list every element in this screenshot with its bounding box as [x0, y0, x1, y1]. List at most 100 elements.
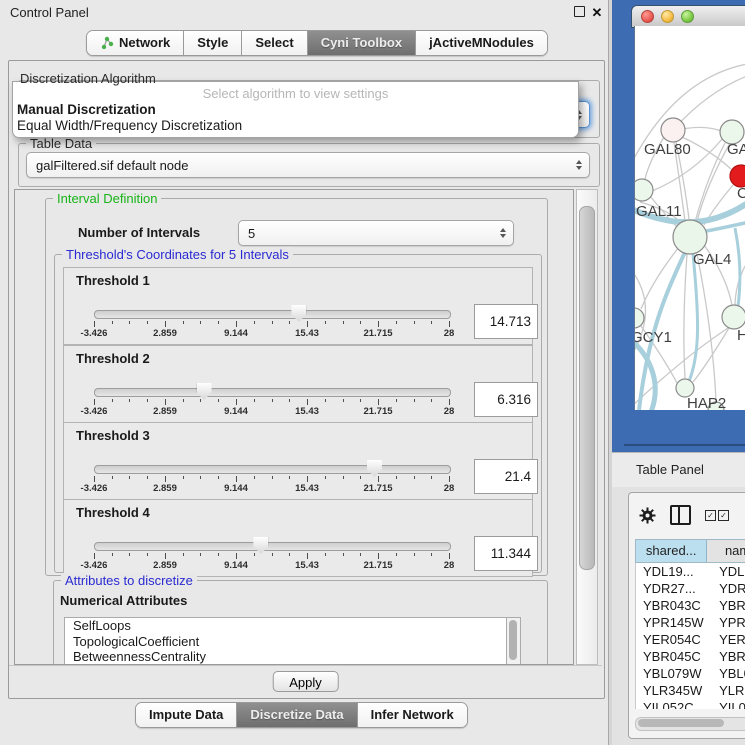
- slider-tick-label: 9.144: [224, 328, 248, 339]
- network-edge-highlighted[interactable]: [701, 222, 745, 232]
- settings-scrollbar-thumb[interactable]: [579, 206, 595, 570]
- table-row[interactable]: YLR345WYLR3: [636, 682, 745, 699]
- slider-thumb[interactable]: [291, 305, 306, 322]
- cell-name[interactable]: YBL0: [711, 665, 745, 682]
- attributes-list-scrollbar[interactable]: [506, 617, 521, 665]
- select-columns-icon[interactable]: ✓ ✓: [705, 510, 729, 521]
- table-row[interactable]: YDR27...YDR2: [636, 580, 745, 597]
- network-canvas[interactable]: GAL80GACGAL11GAL4GCY1HHAP2: [634, 26, 745, 410]
- H-node[interactable]: [722, 305, 745, 329]
- cell-shared-name[interactable]: YIL052C: [636, 699, 711, 709]
- GAL4-node[interactable]: [673, 220, 707, 254]
- GCY1-node[interactable]: [635, 308, 644, 328]
- zoom-traffic-light[interactable]: [681, 10, 694, 23]
- GAL80-node[interactable]: [661, 118, 685, 142]
- column-header-name[interactable]: name: [707, 540, 745, 562]
- threshold-value-field[interactable]: 21.4: [474, 459, 538, 494]
- slider-minor-tick: [254, 399, 255, 402]
- table-panel-title: Table Panel: [636, 462, 704, 477]
- popup-item-manual-discretization[interactable]: Manual Discretization: [17, 102, 156, 117]
- slider-minor-tick: [112, 476, 113, 479]
- slider-track[interactable]: [94, 310, 451, 319]
- settings-scrollbar[interactable]: [576, 189, 598, 665]
- cell-shared-name[interactable]: YBR043C: [636, 597, 711, 614]
- slider-minor-tick: [289, 399, 290, 402]
- cell-name[interactable]: YLR3: [711, 682, 745, 699]
- tab-select[interactable]: Select: [242, 31, 307, 55]
- cell-shared-name[interactable]: YPR145W: [636, 614, 711, 631]
- numerical-attributes-list[interactable]: SelfLoopsTopologicalCoefficientBetweenne…: [64, 617, 517, 665]
- slider-track[interactable]: [94, 465, 451, 474]
- cell-name[interactable]: YBR0: [711, 648, 745, 665]
- table-row[interactable]: YIL052CYIL0: [636, 699, 745, 709]
- apply-button[interactable]: Apply: [272, 671, 339, 692]
- cell-name[interactable]: YDR2: [711, 580, 745, 597]
- tab-infer-network[interactable]: Infer Network: [358, 703, 467, 727]
- table-row[interactable]: YDL19...YDL1: [636, 563, 745, 580]
- cell-name[interactable]: YIL0: [711, 699, 745, 709]
- table-header-row: shared... name: [635, 539, 745, 563]
- slider-minor-tick: [129, 399, 130, 402]
- network-window-titlebar[interactable]: [631, 5, 745, 28]
- network-edge[interactable]: [683, 127, 721, 131]
- cell-shared-name[interactable]: YDR27...: [636, 580, 711, 597]
- cell-name[interactable]: YPR1: [711, 614, 745, 631]
- cell-shared-name[interactable]: YLR345W: [636, 682, 711, 699]
- close-traffic-light[interactable]: [641, 10, 654, 23]
- tab-jactivemnodules[interactable]: jActiveMNodules: [416, 31, 547, 55]
- slider-track[interactable]: [94, 542, 451, 551]
- attribute-list-item[interactable]: SelfLoops: [65, 618, 516, 634]
- slider-thumb[interactable]: [197, 383, 212, 400]
- table-row[interactable]: YBL079WYBL0: [636, 665, 745, 682]
- tab-impute-data[interactable]: Impute Data: [136, 703, 237, 727]
- number-of-intervals-combo[interactable]: 5: [238, 220, 514, 246]
- cell-shared-name[interactable]: YBR045C: [636, 648, 711, 665]
- table-row[interactable]: YBR045CYBR0: [636, 648, 745, 665]
- threshold-value-field[interactable]: 11.344: [474, 536, 538, 571]
- GAL11-node[interactable]: [635, 179, 653, 201]
- tab-network[interactable]: Network: [87, 31, 184, 55]
- red-node[interactable]: [730, 165, 745, 187]
- popup-item-equal-width-frequency[interactable]: Equal Width/Frequency Discretization: [17, 118, 242, 133]
- slider-thumb[interactable]: [253, 537, 268, 554]
- slider-minor-tick: [218, 553, 219, 556]
- slider-track[interactable]: [94, 388, 451, 397]
- slider-thumb[interactable]: [367, 460, 382, 477]
- network-edge-highlighted[interactable]: [687, 254, 698, 386]
- column-layout-icon[interactable]: [670, 505, 691, 525]
- slider-minor-tick: [414, 399, 415, 402]
- network-edge[interactable]: [697, 254, 716, 401]
- slider-minor-tick: [396, 553, 397, 556]
- table-data-combo[interactable]: galFiltered.sif default node: [26, 152, 590, 178]
- table-horizontal-scrollbar[interactable]: [635, 717, 745, 731]
- attribute-list-item[interactable]: BetweennessCentrality: [65, 649, 516, 665]
- node-label-hap2: HAP2: [687, 395, 726, 410]
- cell-shared-name[interactable]: YDL19...: [636, 563, 711, 580]
- cell-shared-name[interactable]: YER054C: [636, 631, 711, 648]
- table-row[interactable]: YER054CYER0: [636, 631, 745, 648]
- close-window-button[interactable]: ✕: [590, 6, 604, 20]
- minimize-traffic-light[interactable]: [661, 10, 674, 23]
- settings-scroll-viewport: Interval Definition Number of Intervals …: [14, 189, 574, 665]
- cell-name[interactable]: YER0: [711, 631, 745, 648]
- threshold-value-field[interactable]: 6.316: [474, 382, 538, 417]
- column-header-shared-name[interactable]: shared...: [636, 540, 707, 562]
- tab-discretize-data[interactable]: Discretize Data: [237, 703, 357, 727]
- table-row[interactable]: YPR145WYPR1: [636, 614, 745, 631]
- table-horizontal-scrollbar-thumb[interactable]: [638, 719, 724, 727]
- cell-name[interactable]: YDL1: [711, 563, 745, 580]
- table-row[interactable]: YBR043CYBR0: [636, 597, 745, 614]
- gear-icon[interactable]: [639, 507, 656, 524]
- cell-name[interactable]: YBR0: [711, 597, 745, 614]
- tab-cyni-toolbox[interactable]: Cyni Toolbox: [308, 31, 416, 55]
- restore-window-button[interactable]: [572, 6, 586, 20]
- apply-bar: Apply: [9, 665, 602, 698]
- tab-style[interactable]: Style: [184, 31, 242, 55]
- threshold-value-field[interactable]: 14.713: [474, 304, 538, 339]
- cell-shared-name[interactable]: YBL079W: [636, 665, 711, 682]
- network-graph[interactable]: GAL80GACGAL11GAL4GCY1HHAP2: [635, 26, 745, 410]
- attributes-list-scrollbar-thumb[interactable]: [509, 620, 517, 660]
- tab-label: Style: [197, 31, 228, 55]
- attribute-list-item[interactable]: TopologicalCoefficient: [65, 634, 516, 650]
- slider-major-tick: [307, 476, 308, 482]
